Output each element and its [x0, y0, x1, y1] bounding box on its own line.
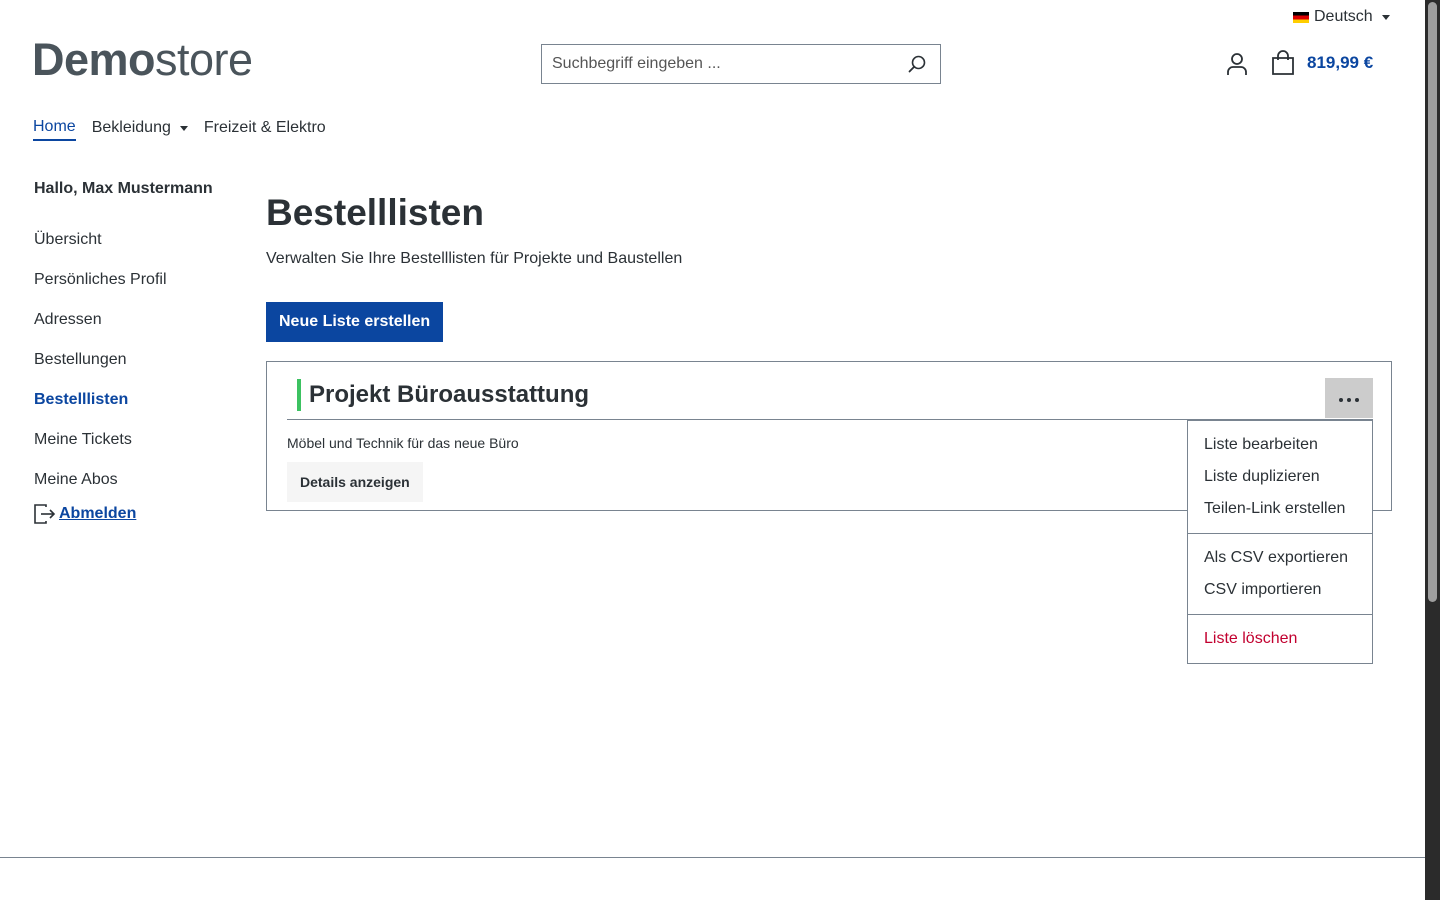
menu-divider: [1188, 614, 1372, 615]
scrollbar-thumb[interactable]: [1428, 2, 1437, 602]
search-icon: [908, 55, 926, 73]
nav-item-bekleidung[interactable]: Bekleidung: [92, 118, 188, 141]
list-options-menu: Liste bearbeiten Liste duplizieren Teile…: [1187, 420, 1373, 664]
nav-item-home[interactable]: Home: [33, 118, 76, 141]
card-description: Möbel und Technik für das neue Büro: [287, 435, 519, 451]
search-button[interactable]: [894, 45, 940, 83]
card-accent-bar: [297, 379, 301, 411]
card-header: Projekt Büroausstattung: [287, 378, 1373, 420]
shopping-bag-icon: [1272, 50, 1294, 75]
nav-item-label: Bekleidung: [91, 119, 171, 136]
logout-link[interactable]: Abmelden: [32, 502, 234, 526]
language-label: Deutsch: [1314, 8, 1373, 25]
more-options-button[interactable]: [1325, 378, 1373, 418]
account-sidebar: Hallo, Max Mustermann Übersicht Persönli…: [34, 180, 234, 526]
search-bar: [541, 44, 941, 84]
card-title: Projekt Büroausstattung: [309, 381, 590, 408]
chevron-down-icon: [1381, 14, 1390, 20]
sidebar-item-profil[interactable]: Persönliches Profil: [34, 260, 234, 300]
sidebar-item-adressen[interactable]: Adressen: [34, 300, 234, 340]
main-content: Bestelllisten Verwalten Sie Ihre Bestell…: [266, 190, 1392, 342]
nav-item-label: Home: [33, 118, 76, 135]
page-title: Bestelllisten: [266, 192, 484, 233]
greeting: Hallo, Max Mustermann: [34, 180, 213, 197]
menu-item-edit[interactable]: Liste bearbeiten: [1188, 429, 1372, 461]
new-list-button[interactable]: Neue Liste erstellen: [266, 302, 444, 342]
account-button[interactable]: [1224, 51, 1250, 77]
footer-divider: [0, 857, 1425, 858]
menu-item-delete[interactable]: Liste löschen: [1188, 623, 1372, 655]
logo[interactable]: Demostore: [32, 36, 253, 84]
nav-item-freizeit-elektro[interactable]: Freizeit & Elektro: [204, 118, 326, 141]
german-flag-icon: [1293, 11, 1309, 23]
sidebar-item-bestelllisten[interactable]: Bestelllisten: [34, 380, 234, 420]
menu-item-export-csv[interactable]: Als CSV exportieren: [1188, 542, 1372, 574]
page-subtitle: Verwalten Sie Ihre Bestelllisten für Pro…: [266, 250, 683, 267]
logout-label: Abmelden: [59, 505, 137, 522]
cart-button[interactable]: 819,99 €: [1271, 50, 1373, 76]
language-selector[interactable]: Deutsch: [1293, 6, 1390, 28]
menu-item-share-link[interactable]: Teilen-Link erstellen: [1188, 493, 1372, 525]
details-button[interactable]: Details anzeigen: [287, 462, 423, 502]
chevron-down-icon: [179, 125, 188, 131]
logo-bold-text: Demo: [32, 34, 156, 85]
sidebar-item-uebersicht[interactable]: Übersicht: [34, 220, 234, 260]
logo-light-text: store: [155, 34, 253, 85]
menu-divider: [1188, 533, 1372, 534]
menu-item-duplicate[interactable]: Liste duplizieren: [1188, 461, 1372, 493]
nav-item-label: Freizeit & Elektro: [203, 119, 326, 136]
sidebar-item-tickets[interactable]: Meine Tickets: [34, 420, 234, 460]
page-scrollbar[interactable]: [1425, 0, 1440, 900]
cart-total: 819,99 €: [1307, 53, 1374, 72]
logout-icon: [34, 504, 56, 524]
main-navigation: Home Bekleidung Freizeit & Elektro: [33, 118, 342, 141]
more-dots-icon: [1337, 389, 1361, 407]
sidebar-item-bestellungen[interactable]: Bestellungen: [34, 340, 234, 380]
search-input[interactable]: [542, 45, 894, 83]
user-icon: [1227, 53, 1247, 75]
menu-item-import-csv[interactable]: CSV importieren: [1188, 574, 1372, 606]
sidebar-item-abos[interactable]: Meine Abos: [34, 460, 234, 500]
